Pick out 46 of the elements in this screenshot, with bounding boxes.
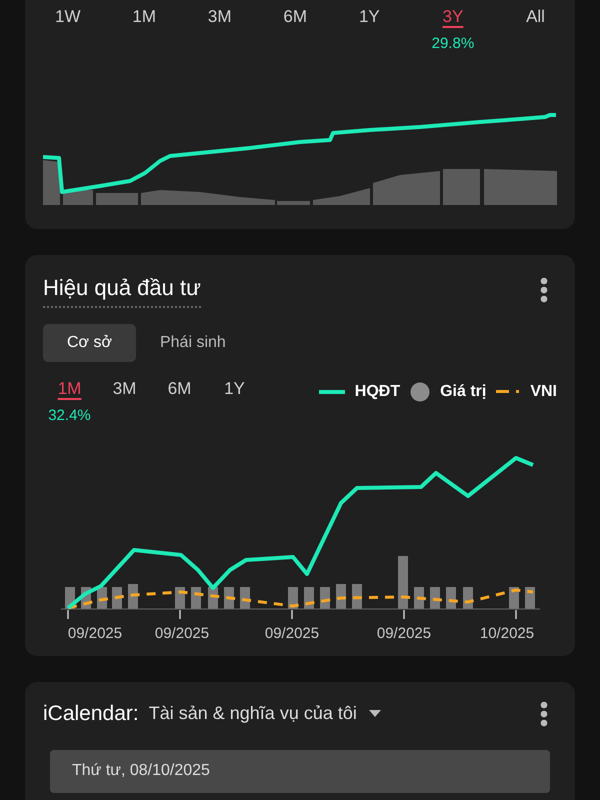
more-options-icon[interactable]	[540, 700, 548, 727]
tick-mark	[515, 610, 517, 619]
segment-tab[interactable]: Phái sinh	[136, 324, 250, 362]
date-field[interactable]: Thứ tư, 08/10/2025	[50, 750, 550, 792]
range-tab[interactable]: 1M	[58, 376, 82, 402]
range-tab[interactable]: 3M	[112, 376, 136, 402]
range-tab[interactable]: 1Y	[358, 4, 380, 30]
value-bar	[112, 587, 122, 609]
segment-tab[interactable]: Cơ sở	[43, 324, 136, 362]
range-tab[interactable]: 1Y	[224, 376, 245, 402]
value-bar	[446, 587, 456, 609]
legend-label: Giá trị	[440, 382, 486, 402]
caret-icon	[368, 710, 381, 718]
value-bar	[430, 587, 440, 609]
more-options-icon[interactable]	[540, 276, 548, 302]
value-bar	[128, 584, 138, 609]
value-bar	[509, 587, 519, 609]
value-bar	[175, 587, 185, 609]
return-percentage: 29.8%	[432, 34, 474, 54]
return-percentage: 32.4%	[48, 406, 91, 426]
range-tab[interactable]: 6M	[168, 376, 192, 402]
range-tab[interactable]: 6M	[283, 4, 308, 30]
x-axis-label: 09/2025	[68, 625, 122, 642]
range-tab[interactable]: 3Y	[442, 4, 464, 30]
value-bar	[398, 556, 408, 609]
x-axis-label: 10/2025	[480, 625, 534, 642]
range-tab[interactable]: 1W	[55, 4, 80, 30]
tick-mark	[67, 610, 69, 619]
tick-mark	[179, 610, 181, 619]
value-bar	[525, 587, 535, 609]
range-tab[interactable]: 1M	[132, 4, 156, 30]
legend-label: HQĐT	[354, 382, 400, 402]
range-tab[interactable]: 3M	[208, 4, 232, 30]
x-axis-label: 09/2025	[264, 625, 320, 642]
card-title: Hiệu quả đầu tư	[43, 271, 201, 308]
value-bar	[191, 587, 201, 609]
x-axis-label: 09/2025	[154, 625, 210, 642]
x-axis-label: 09/2025	[376, 625, 432, 642]
tick-mark	[291, 610, 293, 619]
value-bar	[224, 587, 234, 609]
card-title: iCalendar:	[43, 701, 139, 727]
range-tab[interactable]: All	[526, 4, 545, 30]
value-bar	[414, 587, 424, 609]
filter-dropdown[interactable]: Tài sản & nghĩa vụ của tôi	[148, 700, 381, 728]
legend-label: VNI	[530, 382, 557, 402]
tick-mark	[403, 610, 405, 619]
